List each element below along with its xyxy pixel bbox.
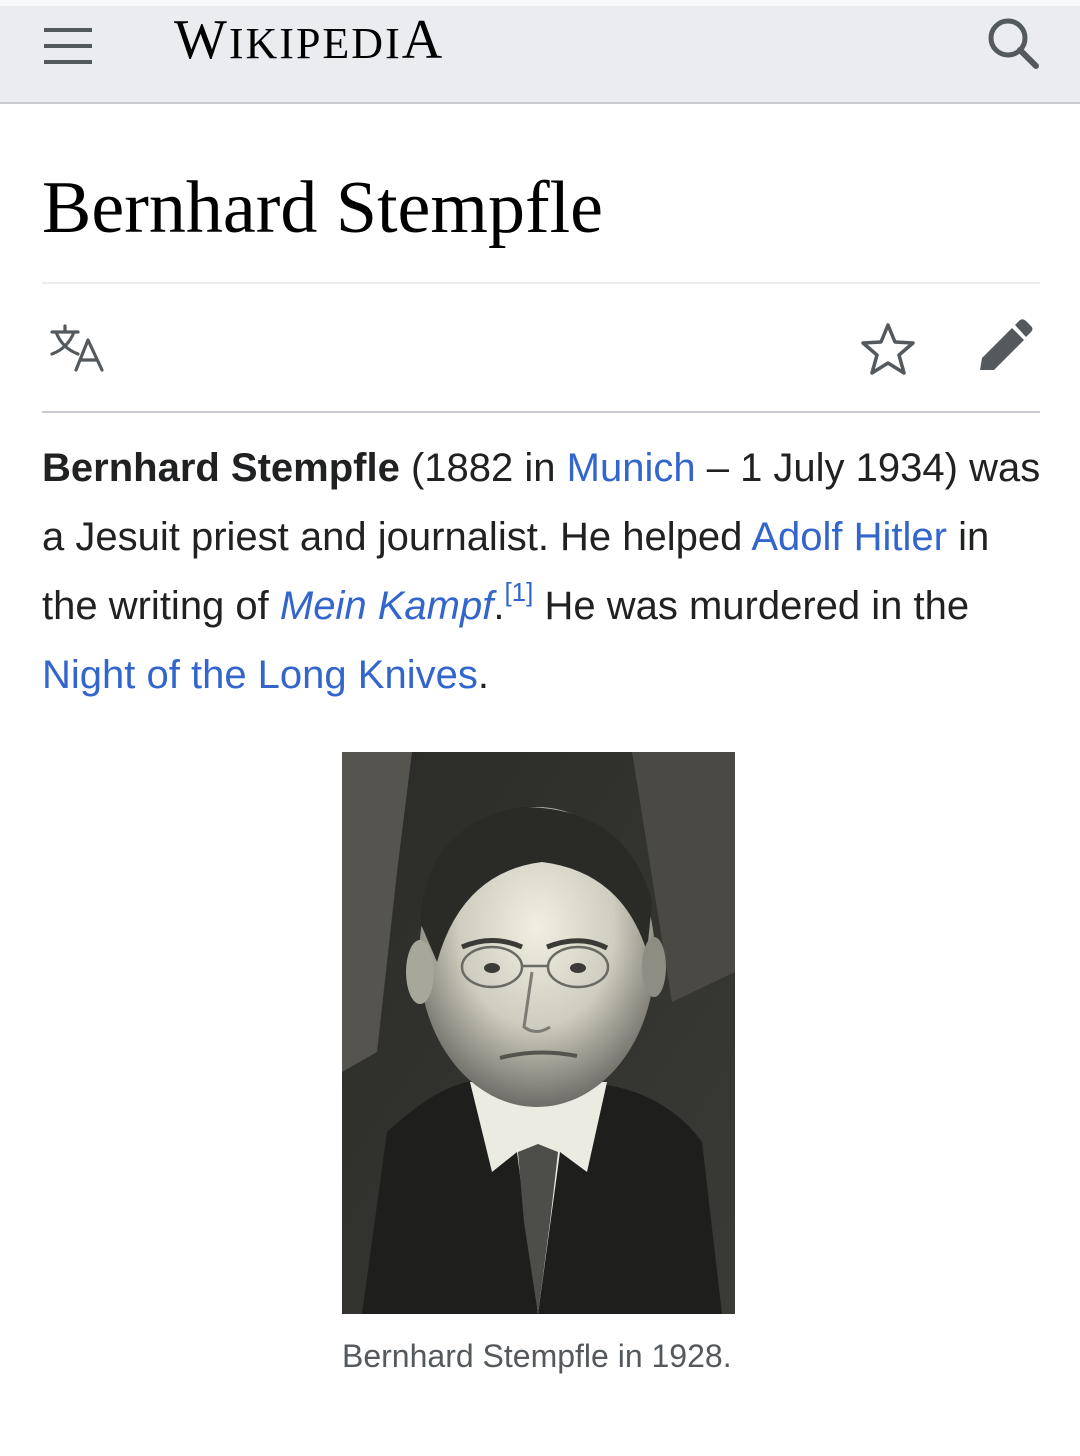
wordmark-final: A [401, 9, 445, 71]
night-of-the-long-knives-link[interactable]: Night of the Long Knives [42, 653, 478, 697]
star-icon[interactable] [856, 318, 920, 380]
wikipedia-wordmark[interactable]: WIKIPEDIA [174, 10, 444, 74]
title-divider [42, 282, 1040, 284]
lead-paragraph: Bernhard Stempfle (1882 in Munich – 1 Ju… [42, 434, 1042, 710]
page-title: Bernhard Stempfle [42, 167, 603, 249]
adolf-hitler-link[interactable]: Adolf Hitler [751, 515, 947, 559]
lead-text: . [477, 653, 489, 697]
wordmark-middle: IKIPEDI [228, 19, 402, 68]
bold-name: Bernhard Stempfle [42, 446, 400, 490]
munich-link[interactable]: Munich [567, 446, 696, 490]
search-icon-graphic [988, 18, 1039, 69]
lead-text: He was murdered in the [533, 584, 970, 628]
mein-kampf-link[interactable]: Mein Kampf [280, 584, 493, 628]
star-icon-graphic [861, 323, 915, 375]
language-icon[interactable] [46, 318, 110, 378]
actions-divider [42, 411, 1040, 413]
reference-1-link[interactable]: [1] [504, 577, 533, 607]
portrait-photo[interactable] [342, 752, 735, 1314]
language-icon-graphic [50, 324, 104, 372]
lead-text: (1882 in [399, 446, 567, 490]
wordmark-initial: W [174, 9, 229, 71]
photo-caption: Bernhard Stempfle in 1928. [342, 1338, 732, 1374]
search-icon[interactable] [982, 12, 1044, 74]
menu-line [44, 60, 92, 64]
menu-line [44, 28, 92, 32]
menu-line [44, 44, 92, 48]
edit-pencil-icon[interactable] [970, 318, 1034, 380]
lead-text: . [493, 584, 505, 628]
edit-pencil-icon-graphic [980, 319, 1033, 370]
top-header-bar: WIKIPEDIA [0, 0, 1080, 104]
hamburger-menu-icon[interactable] [38, 16, 98, 68]
